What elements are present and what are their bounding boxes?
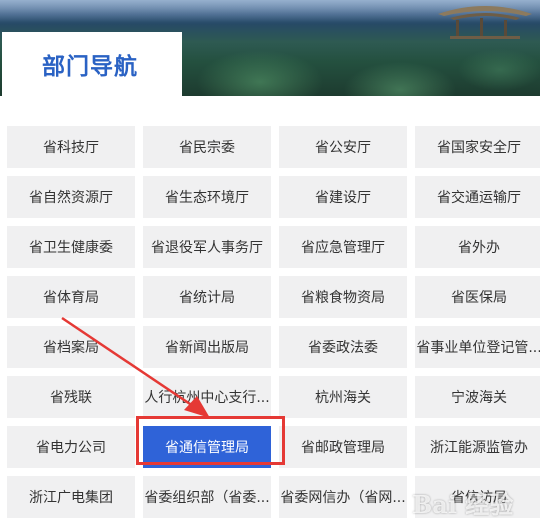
dept-button[interactable]: 省建设厅: [279, 176, 407, 218]
dept-button[interactable]: 省体育局: [7, 276, 135, 318]
dept-button[interactable]: 浙江广电集团: [7, 476, 135, 518]
dept-button[interactable]: 省国家安全厅: [415, 126, 540, 168]
dept-button[interactable]: 浙江能源监管办: [415, 426, 540, 468]
dept-button[interactable]: 省民宗委: [143, 126, 271, 168]
department-grid: 省科技厅 省民宗委 省公安厅 省国家安全厅 省自然资源厅 省生态环境厅 省建设厅…: [7, 126, 540, 518]
section-title: 部门导航: [42, 54, 138, 80]
dept-button[interactable]: 省交通运输厅: [415, 176, 540, 218]
dept-button-selected[interactable]: 省通信管理局: [143, 426, 271, 468]
dept-button[interactable]: 人行杭州中心支行...: [143, 376, 271, 418]
dept-button[interactable]: 省卫生健康委: [7, 226, 135, 268]
section-header: 部门导航: [2, 32, 182, 96]
dept-button[interactable]: 省医保局: [415, 276, 540, 318]
dept-button[interactable]: 省残联: [7, 376, 135, 418]
dept-button[interactable]: 省委政法委: [279, 326, 407, 368]
dept-button[interactable]: 省应急管理厅: [279, 226, 407, 268]
pavilion-image: [438, 6, 532, 39]
dept-button[interactable]: 省退役军人事务厅: [143, 226, 271, 268]
dept-button[interactable]: 省邮政管理局: [279, 426, 407, 468]
dept-button[interactable]: 省事业单位登记管...: [415, 326, 540, 368]
dept-button[interactable]: 省委网信办（省网...: [279, 476, 407, 518]
dept-button[interactable]: 省档案局: [7, 326, 135, 368]
dept-button[interactable]: 省新闻出版局: [143, 326, 271, 368]
dept-button[interactable]: 杭州海关: [279, 376, 407, 418]
dept-button[interactable]: 省信访局: [415, 476, 540, 518]
dept-button[interactable]: 省科技厅: [7, 126, 135, 168]
header-banner: 部门导航: [0, 0, 540, 96]
dept-button[interactable]: 省外办: [415, 226, 540, 268]
dept-button[interactable]: 省自然资源厅: [7, 176, 135, 218]
dept-button[interactable]: 省生态环境厅: [143, 176, 271, 218]
dept-button[interactable]: 省统计局: [143, 276, 271, 318]
dept-button[interactable]: 宁波海关: [415, 376, 540, 418]
dept-button[interactable]: 省公安厅: [279, 126, 407, 168]
dept-button[interactable]: 省粮食物资局: [279, 276, 407, 318]
dept-button[interactable]: 省电力公司: [7, 426, 135, 468]
dept-button[interactable]: 省委组织部（省委...: [143, 476, 271, 518]
